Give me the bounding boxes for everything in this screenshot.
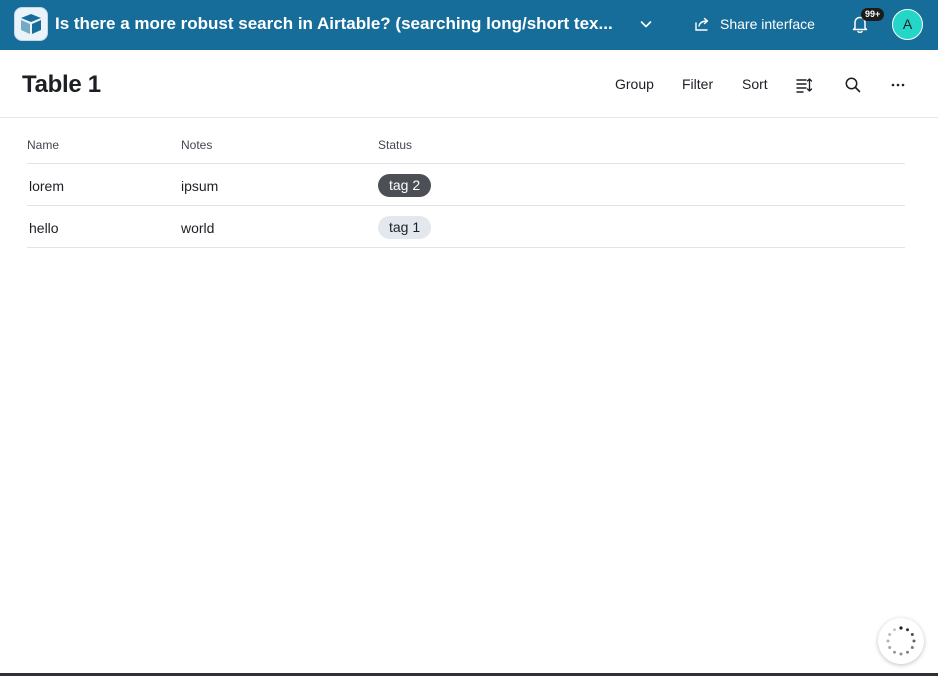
column-header-status[interactable]: Status — [378, 138, 412, 152]
notification-count-badge: 99+ — [861, 8, 885, 21]
status-badge[interactable]: tag 1 — [378, 216, 432, 239]
page-title: Table 1 — [22, 71, 101, 98]
user-avatar[interactable]: A — [892, 9, 923, 40]
loading-widget — [878, 618, 924, 664]
column-header-notes[interactable]: Notes — [181, 138, 212, 152]
table-cell-notes[interactable]: world — [181, 219, 214, 237]
row-divider — [27, 163, 905, 164]
row-height-icon[interactable] — [795, 76, 813, 94]
header-divider — [0, 117, 938, 118]
row-divider — [27, 205, 905, 206]
sort-button[interactable]: Sort — [742, 75, 768, 93]
more-icon[interactable] — [889, 76, 907, 94]
share-interface-button[interactable]: Share interface — [694, 12, 815, 36]
share-icon — [695, 17, 709, 31]
row-divider — [27, 247, 905, 248]
share-interface-label: Share interface — [720, 16, 815, 32]
search-icon[interactable] — [844, 76, 862, 94]
airtable-logo-icon[interactable] — [14, 7, 48, 41]
status-badge[interactable]: tag 2 — [378, 174, 432, 197]
loading-spinner-icon — [886, 626, 916, 656]
top-bar: Is there a more robust search in Airtabl… — [0, 0, 938, 50]
column-header-name[interactable]: Name — [27, 138, 59, 152]
chevron-down-icon[interactable] — [638, 16, 654, 32]
group-button[interactable]: Group — [615, 75, 654, 93]
interface-title[interactable]: Is there a more robust search in Airtabl… — [55, 13, 630, 35]
table-cell-name[interactable]: lorem — [29, 177, 64, 195]
table-cell-name[interactable]: hello — [29, 219, 59, 237]
filter-button[interactable]: Filter — [682, 75, 713, 93]
table-cell-notes[interactable]: ipsum — [181, 177, 218, 195]
